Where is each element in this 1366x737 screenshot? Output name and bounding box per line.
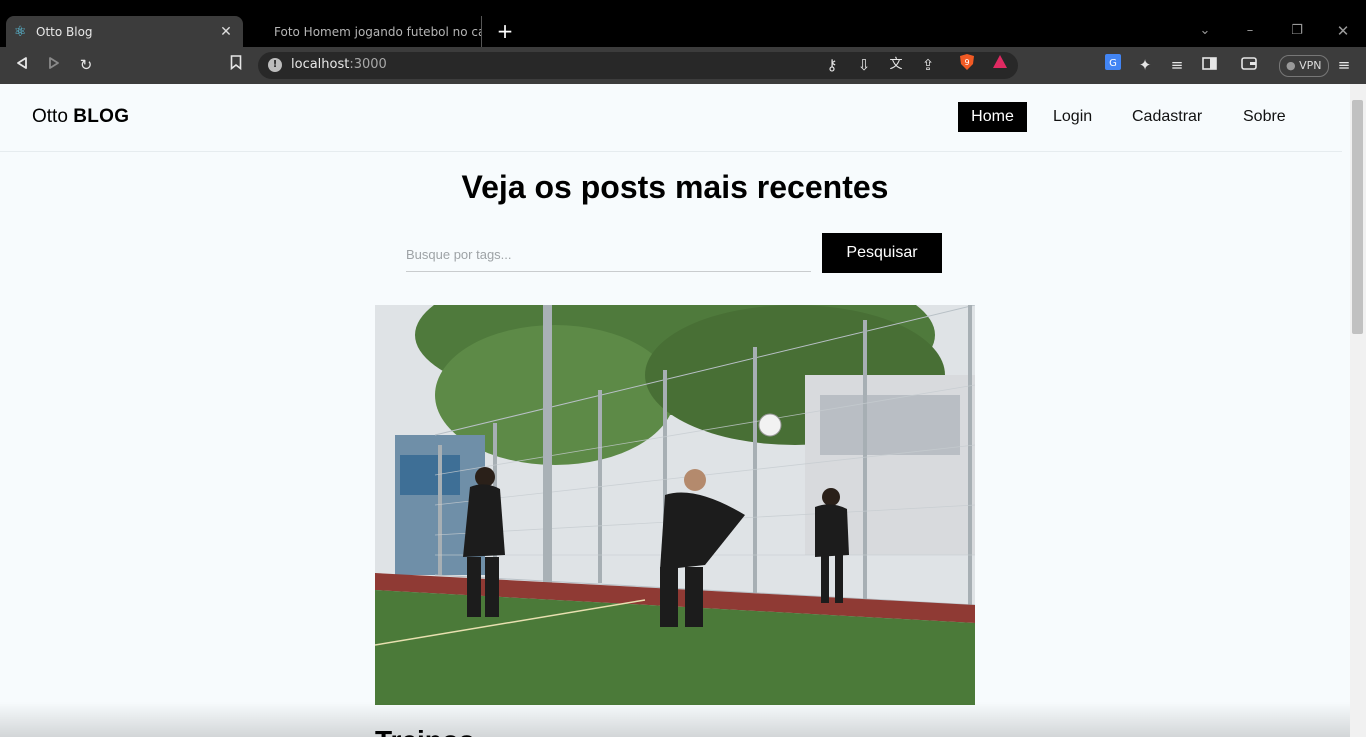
brave-shield-icon[interactable]: 9 [955,53,979,77]
install-icon[interactable]: ⇩ [852,53,876,77]
site-navbar: Otto BLOG Home Login Cadastrar Sobre [0,84,1342,152]
reload-icon[interactable]: ↻ [74,53,98,77]
post-title[interactable]: Treinos [375,725,475,737]
info-icon[interactable]: ! [268,58,282,72]
svg-text:G: G [1109,58,1117,69]
extensions-puzzle-icon[interactable]: ✦ [1133,53,1157,77]
browser-toolbar: ↻ ! localhost:3000 ⚷ ⇩ 文 ⇪ 9 G ✦ ≡ ● VPN… [0,47,1366,84]
close-icon[interactable]: ✕ [215,24,237,40]
restore-icon[interactable]: ❐ [1277,18,1317,44]
page-scrollbar[interactable] [1350,84,1366,737]
tab-title: Otto Blog [36,24,93,39]
bookmark-icon[interactable] [224,53,248,77]
tab-foto-homem[interactable]: Foto Homem jogando futebol no cam [264,16,482,47]
react-icon: ⚛ [14,23,27,40]
search-input[interactable] [406,237,811,272]
page-title: Veja os posts mais recentes [461,169,889,205]
page-viewport: Otto BLOG Home Login Cadastrar Sobre Vej… [0,84,1350,737]
wallet-icon[interactable] [1237,53,1261,77]
nav-sobre[interactable]: Sobre [1243,102,1286,132]
media-playlist-icon[interactable]: ≡ [1165,53,1189,77]
google-translate-extension-icon[interactable]: G [1101,53,1125,77]
tab-title: Foto Homem jogando futebol no cam [274,24,481,39]
video-overlay-gradient [0,702,1350,737]
forward-icon[interactable] [42,53,66,77]
new-tab-icon[interactable]: + [494,18,516,44]
nav-cadastrar[interactable]: Cadastrar [1132,102,1202,132]
tab-search-icon[interactable]: ⌄ [1185,18,1225,44]
nav-home[interactable]: Home [958,102,1027,132]
site-logo[interactable]: Otto BLOG [32,106,129,128]
close-window-icon[interactable]: ✕ [1323,18,1363,44]
nav-login[interactable]: Login [1053,102,1092,132]
minimize-icon[interactable]: – [1230,18,1270,44]
search-button[interactable]: Pesquisar [822,233,942,273]
key-icon[interactable]: ⚷ [820,53,844,77]
menu-icon[interactable]: ≡ [1332,53,1356,77]
tab-otto-blog[interactable]: ⚛ Otto Blog ✕ [6,16,243,47]
share-icon[interactable]: ⇪ [916,53,940,77]
scrollbar-thumb[interactable] [1352,100,1363,334]
svg-text:9: 9 [964,58,969,67]
url-text: localhost:3000 [291,57,387,72]
address-bar[interactable]: ! localhost:3000 ⚷ ⇩ 文 ⇪ 9 [258,52,1018,79]
brave-rewards-icon[interactable] [988,53,1012,77]
vpn-button[interactable]: ● VPN [1279,55,1329,77]
browser-tab-bar: ⚛ Otto Blog ✕ Foto Homem jogando futebol… [0,0,1366,47]
sidebar-icon[interactable] [1197,53,1221,77]
translate-icon[interactable]: 文 [884,53,908,77]
back-icon[interactable] [10,53,34,77]
post-image[interactable] [375,305,975,705]
